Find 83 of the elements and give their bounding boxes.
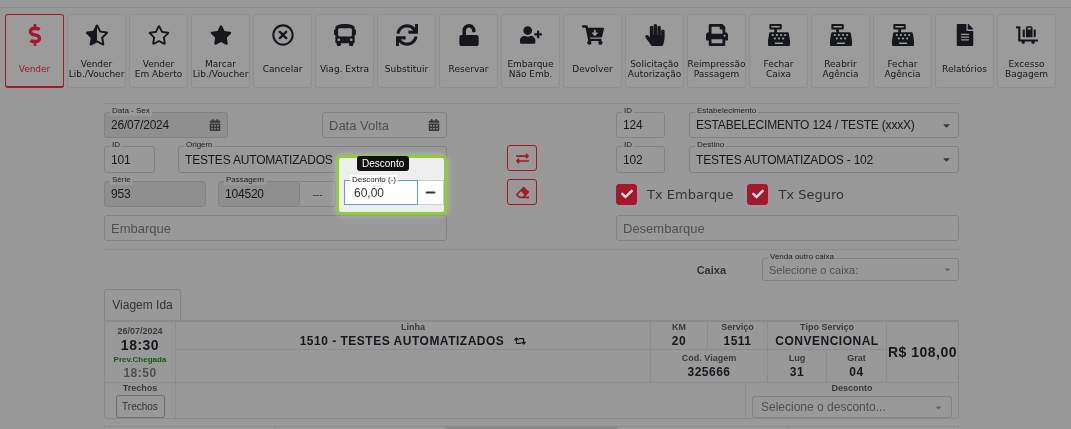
cell-label: Serviço [721,322,754,333]
toolbar-button[interactable]: Fechar Caixa [749,14,808,88]
cell-label: Trechos [122,383,158,394]
cell-label: Grat [847,352,866,364]
checkbox[interactable] [616,183,637,205]
toolbar-button[interactable]: Excesso Bagagem [997,14,1056,88]
cell-label: Cod. Viagem [681,352,737,364]
field-label: Destino [695,140,727,150]
toolbar-button[interactable]: Viag. Extra [315,14,374,88]
arrival-time: 18:50 [123,365,157,381]
minus-button[interactable] [417,180,444,205]
cart-icon [581,24,604,46]
price: R$ 108,00 [887,344,958,360]
toolbar-button[interactable]: Fechar Agência [873,14,932,88]
table-cell: 20 [671,333,687,349]
circle-x-icon [271,24,294,46]
cell-label: KM [672,322,686,333]
clear-button[interactable] [507,179,537,205]
cash-register-icon [829,24,852,46]
tab[interactable]: Viagem Ida [104,289,181,320]
field-label: ID [622,106,634,116]
toolbar-button[interactable]: Solicitação Autorização [625,14,684,88]
field-label: Passagem [224,175,266,185]
cash-register-icon [891,24,914,46]
star-outline-icon [147,24,170,46]
toolbar-button[interactable]: Marcar Lib./Voucher [191,14,250,88]
field-label: Série [110,175,133,185]
field-label: Venda outro caixa [768,252,837,262]
toolbar-button[interactable]: Embarque Não Emb. [501,14,560,88]
cash-register-icon [767,24,790,46]
line-name: 1510 - TESTES AUTOMATIZADOS [299,333,527,349]
field-label: Data - Sex [110,106,152,116]
field-label: ID [622,140,634,150]
cell-label: Lug [788,352,806,364]
cell-label: Desconto [831,383,873,394]
table-cell: CONVENCIONAL [775,333,879,349]
field-label: ID [110,140,122,150]
caixa-label: Caixa [696,263,726,276]
segments-button[interactable]: Trechos [115,395,165,418]
more-button[interactable]: --- [300,181,336,207]
toolbar-button[interactable]: Reservar [439,14,498,88]
luggage-cart-icon [1015,24,1038,46]
field-label: Estabelecimento [695,106,759,116]
field-label: Origem [184,140,215,150]
check-icon [751,188,764,200]
caret-icon [943,265,952,274]
trip-date: 26/07/2024 [117,326,163,337]
tooltip: Desconto [357,156,410,171]
field-label: Desconto (-) [350,175,398,184]
toolbar-button[interactable]: Vender Em Aberto [129,14,188,88]
repeat-icon[interactable] [514,335,527,347]
toolbar-button[interactable]: Cancelar [253,14,312,88]
toolbar-button[interactable]: Substituir [377,14,436,88]
check-icon [620,188,633,200]
toolbar-button[interactable]: Devolver [563,14,622,88]
printer-icon [705,24,728,46]
swap-icon [515,151,529,165]
checkbox-label: Tx Seguro [778,186,844,202]
toolbar-button[interactable]: Reimpressão Passagem [687,14,746,88]
calendar-icon [209,119,221,131]
cell-label: Linha [401,322,425,333]
unlock-icon [457,24,480,46]
table-cell: 04 [849,363,864,380]
swap-button[interactable] [507,145,537,171]
toolbar-button[interactable]: Relatórios [935,14,994,88]
refresh-icon [395,24,418,46]
table-cell: 1511 [723,333,752,349]
eraser-icon [515,185,529,199]
calendar-icon [428,119,440,131]
half-star-icon [85,24,108,46]
cell-label: Tipo Serviço [800,322,854,333]
table-cell: 31 [789,363,805,380]
arrival-label: Prev.Chegada [113,354,167,365]
checkbox[interactable] [747,183,769,205]
toolbar-button[interactable]: Reabrir Agência [811,14,870,88]
table-cell: 325666 [687,363,731,380]
hand-icon [643,24,666,46]
bus-icon [333,24,356,46]
star-icon [209,24,232,46]
toolbar-button[interactable]: Vender Lib./Voucher [67,14,126,88]
departure-time: 18:30 [120,337,160,354]
user-plus-icon [519,24,542,46]
checkbox-label: Tx Embarque [647,186,734,202]
